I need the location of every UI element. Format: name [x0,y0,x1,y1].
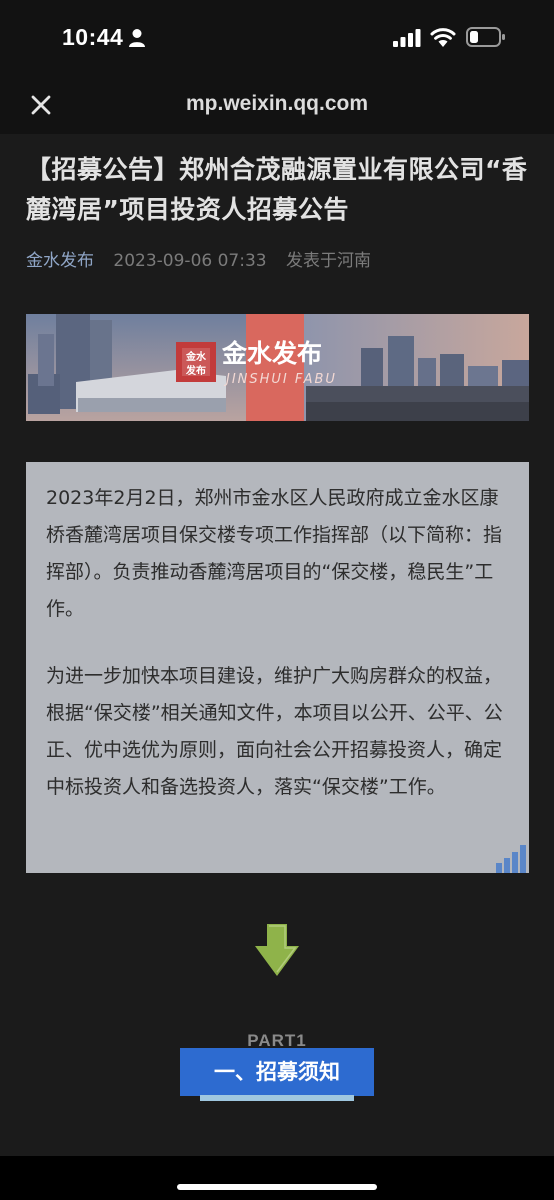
down-arrow-icon [255,924,299,976]
banner-subtitle: JINSHUI FABU [223,372,337,387]
article-meta: 金水发布 2023-09-06 07:33 发表于河南 [26,246,371,271]
section-underline [200,1095,354,1101]
intro-paragraph-1: 2023年2月2日，郑州市金水区人民政府成立金水区康桥香麓湾居项目保交楼专项工作… [46,487,503,620]
article-title: 【招募公告】郑州合茂融源置业有限公司“香麓湾居”项目投资人招募公告 [26,155,528,224]
banner-image: 金水 发布 金水发布 JINSHUI FABU [26,314,529,421]
status-time: 10:44 [62,24,124,50]
publish-location: 发表于河南 [286,251,372,271]
svg-text:发布: 发布 [185,364,206,377]
section-heading-button[interactable]: 一、招募须知 [180,1048,374,1096]
intro-paragraph-2: 为进一步加快本项目建设，维护广大购房群众的权益，根据“保交楼”相关通知文件，本项… [46,665,503,798]
nav-bar: mp.weixin.qq.com [0,76,554,134]
home-indicator[interactable] [177,1184,377,1190]
bottom-bar [0,1156,554,1200]
article-body[interactable]: 【招募公告】郑州合茂融源置业有限公司“香麓湾居”项目投资人招募公告 金水发布 2… [0,134,554,1156]
person-icon [129,29,145,47]
status-bar: 10:44 [0,0,554,76]
intro-card: 2023年2月2日，郑州市金水区人民政府成立金水区康桥香麓湾居项目保交楼专项工作… [26,462,529,873]
page-url: mp.weixin.qq.com [185,92,369,115]
publish-date: 2023-09-06 07:33 [113,251,267,271]
battery-icon [466,27,505,47]
bar-chart-icon [496,845,526,873]
wifi-icon [430,28,456,47]
author-link[interactable]: 金水发布 [26,251,94,271]
banner-logo-text: 金水 [185,350,207,363]
signal-icon [393,29,421,47]
banner-title: 金水发布 [221,339,322,368]
